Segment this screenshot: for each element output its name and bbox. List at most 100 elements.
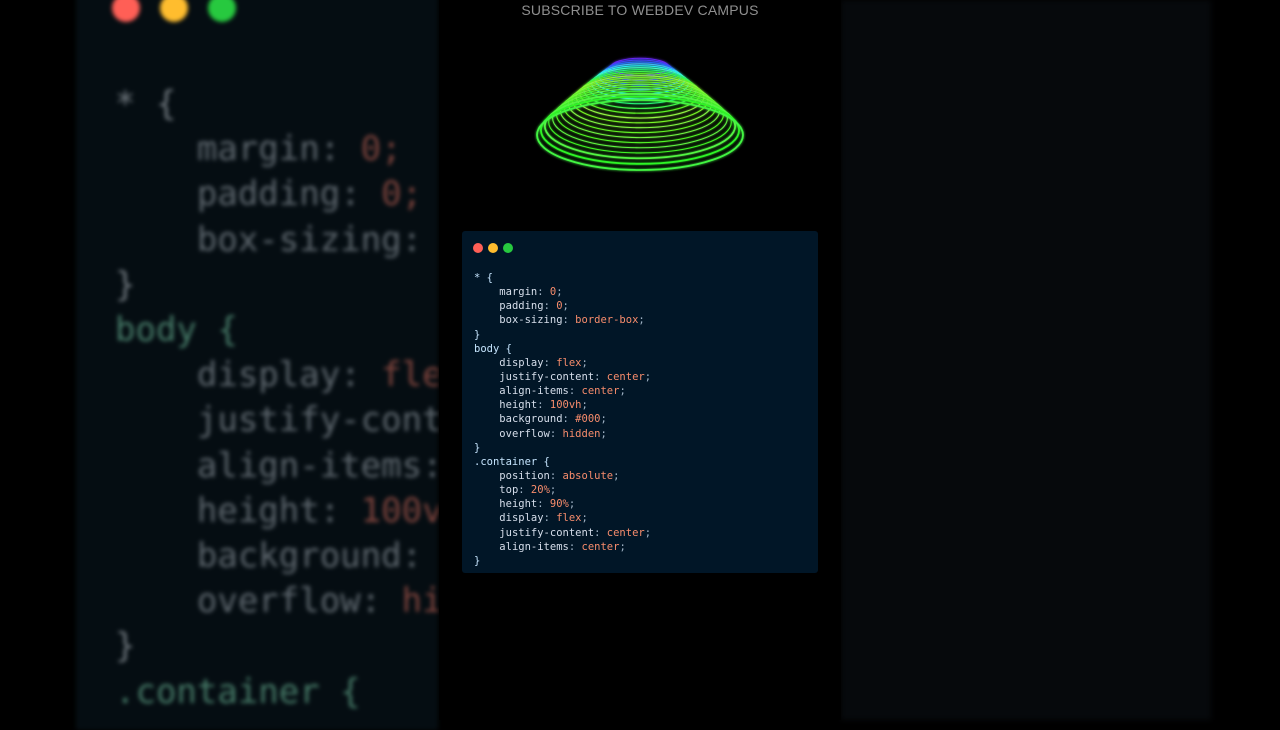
background-code-line: } — [115, 263, 438, 308]
code-line-selector: body { — [474, 342, 512, 355]
background-selector: body { — [115, 310, 238, 351]
background-editor-blur: * { margin: 0; padding: 0; box-sizing: }… — [76, 0, 438, 730]
code-line-closing-brace: } — [474, 441, 481, 454]
css-property: background — [499, 413, 563, 426]
background-code-line: overflow: hi — [115, 579, 438, 624]
code-line-declaration: justify-content: center; — [474, 370, 651, 384]
css-value: flex — [556, 356, 582, 369]
code-editor-window: * { margin: 0; padding: 0; box-sizing: b… — [462, 231, 818, 573]
background-code-line: height: 100v — [115, 489, 438, 534]
css-property: display — [499, 512, 544, 525]
css-value: flex — [556, 512, 582, 525]
css-colon: : — [537, 399, 550, 412]
css-property: box-sizing — [499, 314, 563, 327]
css-semicolon: ; — [644, 370, 652, 383]
background-property: justify-cont — [196, 400, 438, 441]
background-colon: : — [319, 490, 361, 531]
background-colon: : — [422, 446, 438, 486]
window-controls — [473, 243, 513, 253]
css-colon: : — [568, 385, 582, 398]
background-property: box-sizing — [196, 219, 402, 260]
css-semicolon: ; — [600, 413, 607, 426]
css-semicolon: ; — [613, 469, 620, 482]
background-panel-right — [841, 0, 1211, 720]
background-code: * { margin: 0; padding: 0; box-sizing: }… — [115, 82, 438, 715]
background-value: fle — [381, 355, 438, 396]
css-property: margin — [499, 286, 538, 299]
background-code-line: align-items: — [115, 444, 438, 489]
code-line-declaration: box-sizing: border-box; — [474, 313, 651, 327]
background-colon: : — [340, 174, 382, 215]
css-semicolon: ; — [619, 540, 626, 553]
background-property: background — [196, 536, 402, 577]
css-semicolon: ; — [581, 356, 588, 369]
background-property: padding — [196, 174, 341, 215]
css-value: 90% — [549, 498, 569, 511]
background-code-line: } — [115, 624, 438, 669]
css-semicolon: ; — [644, 526, 652, 539]
css-value: absolute — [562, 469, 614, 482]
css-code: * { margin: 0; padding: 0; box-sizing: b… — [474, 271, 651, 568]
code-line-declaration: justify-content: center; — [474, 526, 651, 540]
css-value: 20% — [530, 484, 550, 497]
css-colon: : — [549, 427, 563, 440]
background-code-line: padding: 0; — [115, 172, 438, 217]
css-property: overflow — [499, 427, 550, 440]
background-code-line: background: — [115, 534, 438, 579]
maximize-dot-icon[interactable] — [503, 243, 513, 253]
css-colon: : — [543, 300, 557, 313]
background-code-line: .container { — [115, 670, 438, 715]
background-close-dot — [112, 0, 140, 22]
background-value: 0; — [381, 174, 423, 215]
css-colon: : — [594, 370, 607, 383]
css-colon: : — [543, 356, 557, 369]
subscribe-caption: SUBSCRIBE TO WEBDEV CAMPUS — [521, 2, 759, 18]
background-selector: } — [115, 626, 136, 667]
video-frame: SUBSCRIBE TO WEBDEV CAMPUS * { margin: 0… — [439, 0, 841, 720]
code-line-declaration: overflow: hidden; — [474, 427, 651, 441]
css-property: align-items — [499, 540, 569, 553]
background-code-line: * { — [115, 82, 438, 127]
css-value: 100vh — [549, 399, 582, 412]
css-semicolon: ; — [581, 399, 588, 412]
background-selector: } — [115, 264, 136, 305]
css-colon: : — [568, 540, 582, 553]
code-line-declaration: position: absolute; — [474, 469, 651, 483]
css-colon: : — [543, 512, 557, 525]
code-line-declaration: align-items: center; — [474, 540, 651, 554]
background-code-line: display: fle — [115, 353, 438, 398]
code-line-closing-brace: } — [474, 554, 481, 567]
css-value: center — [606, 370, 645, 383]
background-selector: * { — [115, 84, 177, 124]
css-property: justify-content — [499, 370, 595, 383]
background-code-line: margin: 0; — [115, 127, 438, 172]
code-line-selector: .container { — [474, 455, 550, 468]
css-colon: : — [549, 469, 563, 482]
background-property: display — [196, 355, 341, 396]
background-minimize-dot — [160, 0, 188, 22]
css-colon: : — [562, 413, 576, 426]
code-line-declaration: height: 100vh; — [474, 398, 651, 412]
background-colon: : — [401, 536, 423, 577]
background-code-line: justify-cont: — [115, 398, 438, 443]
background-value: 100v — [360, 490, 438, 531]
code-line-declaration: background: #000; — [474, 412, 651, 426]
code-line-declaration: padding: 0; — [474, 299, 651, 313]
css-property: align-items — [499, 385, 569, 398]
css-value: center — [581, 385, 620, 398]
css-semicolon: ; — [619, 385, 626, 398]
css-property: display — [499, 356, 544, 369]
code-line-declaration: display: flex; — [474, 511, 651, 525]
css-colon: : — [518, 484, 531, 497]
minimize-dot-icon[interactable] — [488, 243, 498, 253]
close-dot-icon[interactable] — [473, 243, 483, 253]
css-value: border-box — [575, 314, 639, 327]
css-colon: : — [562, 314, 576, 327]
background-code-line: body { — [115, 308, 438, 353]
css-semicolon: ; — [556, 286, 563, 299]
background-selector: .container { — [115, 671, 361, 712]
background-colon: : — [401, 219, 423, 260]
css-semicolon: ; — [549, 484, 557, 497]
code-line-declaration: top: 20%; — [474, 483, 651, 497]
css-value: center — [581, 540, 620, 553]
